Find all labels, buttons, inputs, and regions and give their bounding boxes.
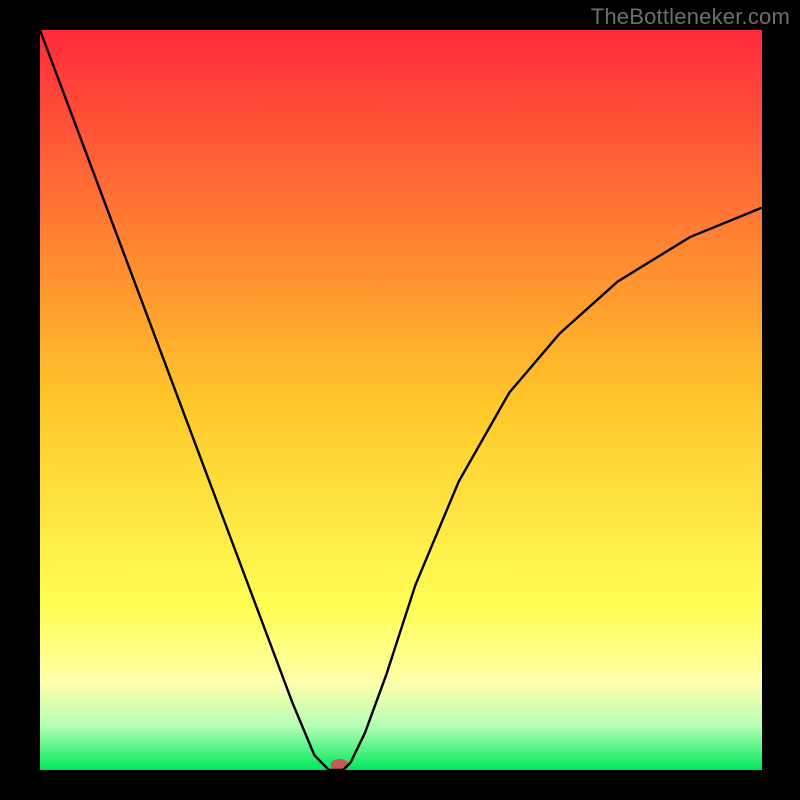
bottleneck-chart (0, 0, 800, 800)
chart-frame: { "attribution": "TheBottleneker.com", "… (0, 0, 800, 800)
plot-background (40, 30, 762, 770)
attribution-text: TheBottleneker.com (591, 4, 790, 30)
